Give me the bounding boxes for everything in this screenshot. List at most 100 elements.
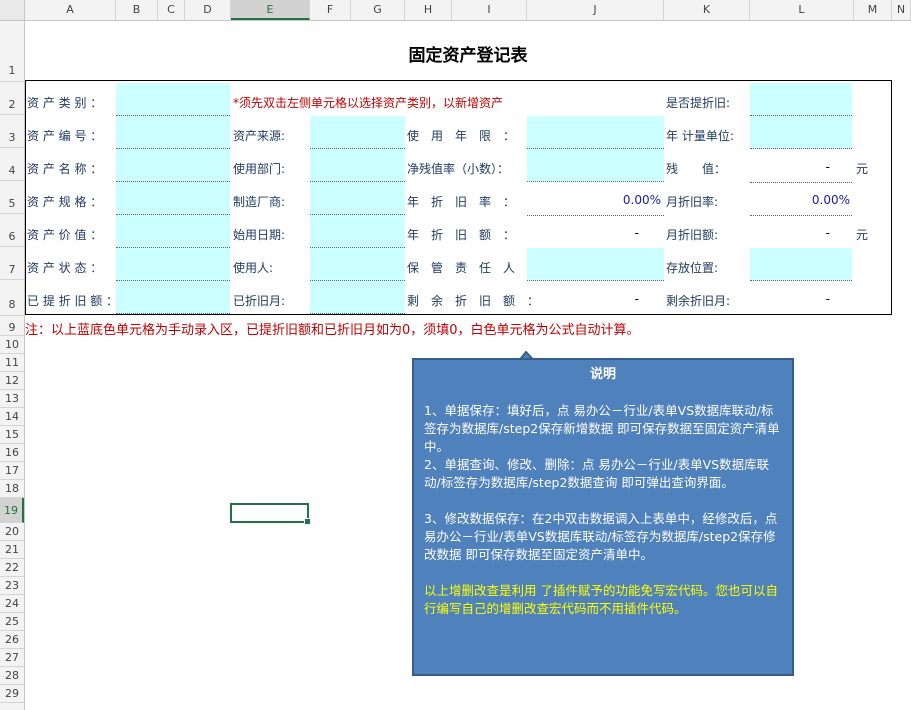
- input-months-depreciated[interactable]: [310, 281, 405, 314]
- row-header[interactable]: 10: [0, 336, 24, 354]
- label-useful-life: 使 用 年 限 ：: [407, 129, 516, 143]
- row-header[interactable]: 24: [0, 595, 24, 613]
- row-header[interactable]: 7: [0, 247, 24, 280]
- column-header-f[interactable]: F: [310, 0, 351, 20]
- label-start-date: 始用日期:: [233, 228, 286, 242]
- label-depreciate-flag: 是否提折旧:: [666, 96, 731, 110]
- row-header[interactable]: 27: [0, 649, 24, 667]
- row-header-selected[interactable]: 19: [0, 498, 24, 523]
- annual-dep-rate-value: 0.00%: [622, 193, 661, 207]
- label-monthly-dep-rate: 月折旧率:: [666, 195, 719, 209]
- salvage-value-unit: 元: [856, 162, 869, 176]
- column-header-e[interactable]: E: [231, 0, 310, 20]
- row-header[interactable]: 14: [0, 408, 24, 426]
- monthly-dep-rate-value: 0.00%: [811, 193, 850, 207]
- label-annual-dep-amount: 年 折 旧 额 ：: [407, 228, 516, 242]
- row-header[interactable]: 28: [0, 667, 24, 685]
- label-salvage-value: 残 值：: [666, 162, 727, 176]
- label-use-department: 使用部门:: [233, 162, 286, 176]
- row-header[interactable]: 6: [0, 214, 24, 247]
- form-title: 固定资产登记表: [408, 46, 528, 66]
- column-header-bar: A B C D E F G H I J K L M N: [0, 0, 911, 21]
- row-header[interactable]: 18: [0, 480, 24, 498]
- column-header-c[interactable]: C: [158, 0, 185, 20]
- label-asset-code: 资 产 编 号 ：: [27, 129, 103, 143]
- input-asset-name[interactable]: [116, 149, 230, 182]
- row-header[interactable]: 9: [0, 316, 24, 336]
- row-header[interactable]: 11: [0, 354, 24, 372]
- column-header-h[interactable]: H: [405, 0, 452, 20]
- input-asset-category[interactable]: [116, 83, 230, 116]
- input-custodian[interactable]: [527, 248, 664, 281]
- column-header-d[interactable]: D: [185, 0, 231, 20]
- input-storage-location[interactable]: [750, 248, 852, 281]
- row-header[interactable]: 23: [0, 577, 24, 595]
- row-header[interactable]: 22: [0, 559, 24, 577]
- row-header[interactable]: 12: [0, 372, 24, 390]
- label-asset-category: 资 产 类 别 ：: [27, 96, 103, 110]
- select-all-corner[interactable]: [0, 0, 25, 20]
- input-user[interactable]: [310, 248, 405, 281]
- input-manufacturer[interactable]: [310, 182, 405, 215]
- label-user: 使用人:: [233, 261, 274, 275]
- column-header-n[interactable]: N: [892, 0, 911, 20]
- label-custodian: 保 管 责 任 人 ：: [407, 261, 540, 275]
- input-asset-spec[interactable]: [116, 182, 230, 215]
- row-header[interactable]: 3: [0, 115, 24, 148]
- label-storage-location: 存放位置:: [666, 261, 719, 275]
- row-header[interactable]: 8: [0, 280, 24, 316]
- input-depreciate-flag[interactable]: [750, 83, 852, 116]
- column-header-j[interactable]: J: [527, 0, 664, 20]
- column-header-g[interactable]: G: [351, 0, 405, 20]
- input-asset-value[interactable]: [116, 215, 230, 248]
- input-useful-life[interactable]: [527, 116, 664, 149]
- row-header[interactable]: 15: [0, 426, 24, 444]
- column-header-l[interactable]: L: [750, 0, 854, 20]
- callout-paragraph-4: 以上增删改查是利用 了插件赋予的功能免写宏代码。您也可以自行编写自己的增删改查宏…: [424, 583, 778, 616]
- input-asset-source[interactable]: [310, 116, 405, 149]
- fill-handle[interactable]: [304, 518, 311, 525]
- input-start-date[interactable]: [310, 215, 405, 248]
- column-header-i[interactable]: I: [452, 0, 527, 20]
- input-net-salvage-rate[interactable]: [527, 149, 664, 182]
- input-asset-code[interactable]: [116, 116, 230, 149]
- input-annual-unit[interactable]: [750, 116, 852, 149]
- row-header[interactable]: 20: [0, 523, 24, 541]
- monthly-dep-amount-unit: 元: [856, 228, 869, 242]
- instruction-note: 注：以上蓝底色单元格为手动录入区，已提折旧额和已折旧月如为0，须填0，白色单元格…: [25, 323, 640, 338]
- row-header[interactable]: 29: [0, 685, 24, 703]
- label-asset-name: 资 产 名 称 ：: [27, 162, 103, 176]
- callout-paragraph-3: 3、修改数据保存：在2中双击数据调入上表单中，经修改后，点 易办公－行业/表单V…: [424, 511, 778, 562]
- row-header[interactable]: 1: [0, 21, 24, 82]
- row-header[interactable]: 5: [0, 181, 24, 214]
- label-annual-unit: 年 计量单位:: [666, 129, 734, 143]
- label-remaining-dep: 剩 余 折 旧 额 ：: [407, 294, 540, 308]
- label-asset-spec: 资 产 规 格 ：: [27, 195, 103, 209]
- row-header[interactable]: 25: [0, 613, 24, 631]
- row-header[interactable]: 17: [0, 462, 24, 480]
- column-header-k[interactable]: K: [664, 0, 750, 20]
- column-header-m[interactable]: M: [854, 0, 892, 20]
- row-header[interactable]: 21: [0, 541, 24, 559]
- remaining-months-value: -: [825, 292, 830, 306]
- callout-title: 说明: [589, 367, 616, 382]
- row-header[interactable]: 2: [0, 82, 24, 115]
- label-monthly-dep-amount: 月折旧额:: [666, 228, 719, 242]
- spreadsheet: A B C D E F G H I J K L M N 1 2 3 4 5 6 …: [0, 0, 911, 710]
- row-header[interactable]: 16: [0, 444, 24, 462]
- active-cell-e19[interactable]: [230, 503, 311, 525]
- column-header-b[interactable]: B: [116, 0, 158, 20]
- label-remaining-months: 剩余折旧月:: [666, 294, 731, 308]
- row-header[interactable]: 13: [0, 390, 24, 408]
- column-header-a[interactable]: A: [25, 0, 116, 20]
- callout-paragraph-2: 2、单据查询、修改、删除：点 易办公－行业/表单VS数据库联动/标签存为数据库/…: [424, 457, 770, 490]
- row-header[interactable]: 26: [0, 631, 24, 649]
- label-annual-dep-rate: 年 折 旧 率 ：: [407, 195, 516, 209]
- input-use-department[interactable]: [310, 149, 405, 182]
- monthly-dep-amount-value: -: [825, 226, 830, 240]
- row-header[interactable]: 4: [0, 148, 24, 181]
- label-net-salvage-rate: 净残值率（小数）：: [407, 162, 510, 176]
- explanation-callout[interactable]: 说明 1、单据保存：填好后，点 易办公－行业/表单VS数据库联动/标签存为数据库…: [412, 358, 794, 676]
- input-accum-dep[interactable]: [116, 281, 230, 314]
- input-asset-status[interactable]: [116, 248, 230, 281]
